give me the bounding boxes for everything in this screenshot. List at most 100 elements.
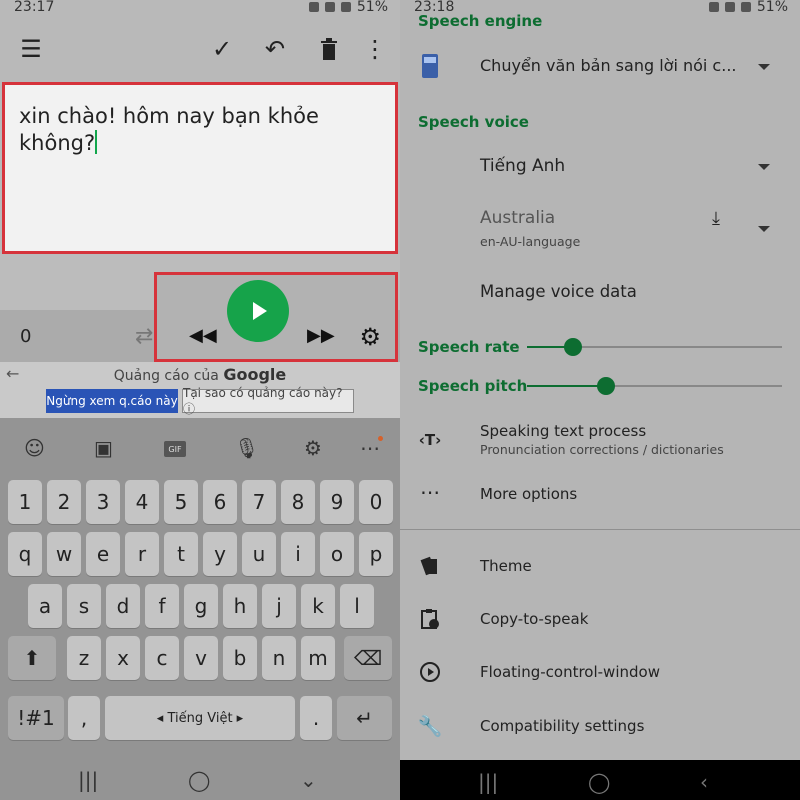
letter-row-2: asdfghjkl <box>0 584 400 632</box>
row2-key-s[interactable]: s <box>67 584 101 628</box>
voice-region-selector[interactable]: Australia en-AU-language ⤓ <box>400 204 800 252</box>
backspace-key[interactable]: ⌫ <box>344 636 392 680</box>
digits-key-9[interactable]: 9 <box>320 480 354 524</box>
digits-key-0[interactable]: 0 <box>359 480 393 524</box>
back-icon[interactable]: ‹ <box>700 770 708 794</box>
row1-key-q[interactable]: q <box>8 532 42 576</box>
row2-key-j[interactable]: j <box>262 584 296 628</box>
battery-percent: 51% <box>356 0 388 15</box>
home-icon[interactable]: ◯ <box>188 768 210 792</box>
keyboard-settings-icon[interactable]: ⚙ <box>304 436 322 460</box>
stop-ad-button[interactable]: Ngừng xem q.cáo này <box>46 389 178 413</box>
microphone-icon[interactable]: 🎙 <box>234 436 259 460</box>
compatibility-settings-item[interactable]: 🔧 Compatibility settings <box>400 712 800 742</box>
row1-key-i[interactable]: i <box>281 532 315 576</box>
speech-rate-slider[interactable] <box>527 338 782 356</box>
check-icon[interactable]: ✓ <box>207 34 237 64</box>
row1-key-e[interactable]: e <box>86 532 120 576</box>
row2-key-h[interactable]: h <box>223 584 257 628</box>
row1-key-t[interactable]: t <box>164 532 198 576</box>
manage-voice-data[interactable]: Manage voice data <box>400 276 800 308</box>
row1-key-w[interactable]: w <box>47 532 81 576</box>
engine-value: Chuyển văn bản sang lời nói c... <box>480 56 737 75</box>
digits-key-5[interactable]: 5 <box>164 480 198 524</box>
delete-icon[interactable] <box>314 34 344 64</box>
symbols-key[interactable]: !#1 <box>8 696 64 740</box>
floating-control-item[interactable]: Floating-control-window <box>400 658 800 688</box>
signal-4g-icon <box>340 2 351 12</box>
emoji-icon[interactable]: ☺ <box>24 436 45 460</box>
digits-key-2[interactable]: 2 <box>47 480 81 524</box>
more-options[interactable]: ⋯ More options <box>400 480 800 510</box>
digits-key-8[interactable]: 8 <box>281 480 315 524</box>
row2-key-a[interactable]: a <box>28 584 62 628</box>
voice-code: en-AU-language <box>480 234 581 249</box>
text-editor[interactable]: xin chào! hôm nay bạn khỏe không? <box>2 82 398 254</box>
row2-key-g[interactable]: g <box>184 584 218 628</box>
comma-key[interactable]: , <box>68 696 100 740</box>
row3-key-b[interactable]: b <box>223 636 257 680</box>
speech-pitch-label: Speech pitch <box>418 377 528 395</box>
more-horiz-icon: ⋯ <box>420 480 440 504</box>
copy-to-speak-item[interactable]: Copy-to-speak <box>400 605 800 635</box>
rewind-icon[interactable]: ◀◀ <box>189 325 217 346</box>
keyboard-toolbar: ☺ ▣ GIF 🎙 ⚙ ⋯ <box>0 418 400 480</box>
enter-key[interactable]: ↵ <box>337 696 392 740</box>
row1-key-o[interactable]: o <box>320 532 354 576</box>
row2-key-f[interactable]: f <box>145 584 179 628</box>
digits-key-4[interactable]: 4 <box>125 480 159 524</box>
recents-icon[interactable]: ||| <box>78 768 98 792</box>
row1-key-p[interactable]: p <box>359 532 393 576</box>
row1-key-u[interactable]: u <box>242 532 276 576</box>
shift-key[interactable]: ⬆ <box>8 636 56 680</box>
speaking-text-process[interactable]: ‹T› Speaking text process Pronunciation … <box>400 420 800 464</box>
digits-key-3[interactable]: 3 <box>86 480 120 524</box>
speech-engine-selector[interactable]: Chuyển văn bản sang lời nói c... <box>400 50 800 86</box>
play-button[interactable] <box>227 280 289 342</box>
row3-key-x[interactable]: x <box>106 636 140 680</box>
row1-key-y[interactable]: y <box>203 532 237 576</box>
theme-item[interactable]: Theme <box>400 552 800 582</box>
space-key[interactable]: ◂ Tiếng Việt ▸ <box>105 696 295 740</box>
row3-key-n[interactable]: n <box>262 636 296 680</box>
why-ad-button[interactable]: Tại sao có quảng cáo này? ⓘ <box>182 386 354 416</box>
row2-key-k[interactable]: k <box>301 584 335 628</box>
row1-key-r[interactable]: r <box>125 532 159 576</box>
slider-knob[interactable] <box>597 377 616 395</box>
navigation-bar: ||| ◯ ‹ <box>400 760 800 800</box>
play-icon <box>253 302 267 320</box>
more-vert-icon[interactable]: ⋮ <box>360 34 390 64</box>
undo-icon[interactable]: ↶ <box>260 34 290 64</box>
sticker-icon[interactable]: ▣ <box>94 436 113 460</box>
battery-percent: 51% <box>756 0 788 15</box>
row3-key-z[interactable]: z <box>67 636 101 680</box>
digits-key-1[interactable]: 1 <box>8 480 42 524</box>
speech-pitch-slider[interactable] <box>527 377 782 395</box>
speech-rate-label: Speech rate <box>418 338 520 356</box>
row3-key-m[interactable]: m <box>301 636 335 680</box>
voice-language-selector[interactable]: Tiếng Anh <box>400 152 800 184</box>
playback-controls: ◀◀ ▶▶ ⚙ <box>154 272 398 362</box>
counter-value: 0 <box>20 326 32 347</box>
repeat-icon[interactable]: ⇄ <box>135 324 153 349</box>
more-horiz-icon[interactable]: ⋯ <box>360 436 380 460</box>
row2-key-d[interactable]: d <box>106 584 140 628</box>
row2-key-l[interactable]: l <box>340 584 374 628</box>
digits-key-7[interactable]: 7 <box>242 480 276 524</box>
dropdown-arrow-icon <box>758 226 770 232</box>
back-chevron-icon[interactable]: ⌄ <box>300 768 317 792</box>
period-key[interactable]: . <box>300 696 332 740</box>
row3-key-c[interactable]: c <box>145 636 179 680</box>
download-icon[interactable]: ⤓ <box>712 208 720 229</box>
keyboard: ☺ ▣ GIF 🎙 ⚙ ⋯ 1234567890 qwertyuiop asdf… <box>0 418 400 758</box>
settings-gear-icon[interactable]: ⚙ <box>359 323 381 351</box>
row3-key-v[interactable]: v <box>184 636 218 680</box>
fast-forward-icon[interactable]: ▶▶ <box>307 325 335 346</box>
menu-icon[interactable]: ☰ <box>16 34 46 64</box>
ad-bar: ← Quảng cáo của Google Ngừng xem q.cáo n… <box>0 362 400 418</box>
gif-icon[interactable]: GIF <box>164 441 186 457</box>
digits-key-6[interactable]: 6 <box>203 480 237 524</box>
recents-icon[interactable]: ||| <box>478 770 498 794</box>
home-icon[interactable]: ◯ <box>588 770 610 794</box>
slider-knob[interactable] <box>563 338 582 356</box>
